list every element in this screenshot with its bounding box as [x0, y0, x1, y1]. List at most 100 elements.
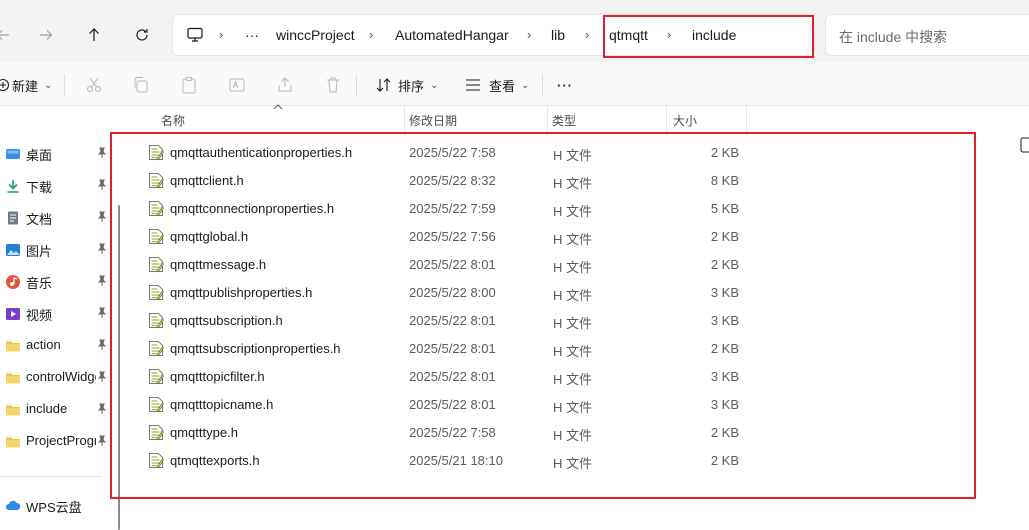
sidebar-item-label: 视频 [26, 308, 53, 323]
arrow-up-icon [89, 28, 99, 41]
column-divider[interactable] [746, 106, 747, 132]
file-name: qmqtttopicfilter.h [170, 369, 265, 384]
table-row[interactable]: qmqtttype.h 2025/5/22 7:58 H 文件 2 KB [140, 419, 940, 447]
computer-icon [187, 27, 203, 42]
sidebar-item-pictures[interactable]: 图片 [0, 237, 110, 263]
delete-icon[interactable] [323, 75, 343, 95]
table-row[interactable]: qmqttpublishproperties.h 2025/5/22 8:00 H … [140, 279, 940, 307]
folder-icon [6, 373, 20, 384]
sidebar-item-label: 下载 [26, 180, 53, 195]
address-bar[interactable]: › ··· winccProject › AutomatedHangar › l… [172, 14, 815, 56]
file-type: H 文件 [553, 344, 593, 359]
sidebar-item-label: WPS云盘 [26, 500, 82, 515]
view-button[interactable]: 查看 ⌄ [465, 74, 529, 96]
refresh-button[interactable] [129, 22, 155, 48]
column-header-date[interactable]: 修改日期 [409, 112, 457, 129]
view-icon [466, 79, 480, 91]
sidebar-item-include[interactable]: include [0, 397, 110, 423]
table-row[interactable]: qmqttsubscriptionproperties.h 2025/5/22 8… [140, 335, 940, 363]
column-header-type[interactable]: 类型 [552, 112, 576, 129]
table-row[interactable]: qmqttmessage.h 2025/5/22 8:01 H 文件 2 KB [140, 251, 940, 279]
more-button[interactable]: ··· [557, 74, 573, 96]
column-header-name[interactable]: 名称 [161, 112, 185, 129]
sidebar-scrollbar[interactable] [118, 205, 120, 530]
table-row[interactable]: qmqttglobal.h 2025/5/22 7:56 H 文件 2 KB [140, 223, 940, 251]
file-type: H 文件 [553, 316, 593, 331]
sidebar-item-label: 音乐 [26, 276, 53, 291]
divider [542, 74, 543, 96]
sidebar-item-label: ProjectProgram [26, 433, 96, 448]
breadcrumb-item[interactable]: AutomatedHangar [395, 27, 509, 43]
column-divider[interactable] [404, 106, 405, 132]
file-type: H 文件 [553, 176, 593, 191]
breadcrumb-more[interactable]: ··· [245, 27, 259, 43]
file-size: 3 KB [710, 285, 739, 300]
table-row[interactable]: qmqttclient.h 2025/5/22 8:32 H 文件 8 KB [140, 167, 940, 195]
sidebar-item-downloads[interactable]: 下载 [0, 173, 110, 199]
sidebar-item-controlwidget[interactable]: controlWidget [0, 365, 110, 391]
table-row[interactable]: qtmqttexports.h 2025/5/21 18:10 H 文件 2 KB [140, 447, 940, 475]
breadcrumb-item[interactable]: winccProject [276, 27, 355, 43]
table-row[interactable]: qmqttconnectionproperties.h 2025/5/22 7:5… [140, 195, 940, 223]
chevron-down-icon: ⌄ [521, 79, 530, 91]
up-button[interactable] [81, 22, 107, 48]
pin-icon [97, 339, 107, 350]
table-row[interactable]: qmqtttopicname.h 2025/5/22 8:01 H 文件 3 KB [140, 391, 940, 419]
file-type: H 文件 [553, 288, 593, 303]
file-type: H 文件 [553, 232, 593, 247]
breadcrumb-item-current[interactable]: include [692, 27, 736, 43]
file-name: qmqttglobal.h [170, 229, 249, 244]
forward-button[interactable] [33, 22, 59, 48]
sidebar-item-desktop[interactable]: 桌面 [0, 141, 110, 167]
column-divider[interactable] [547, 106, 548, 132]
file-size: 2 KB [710, 229, 739, 244]
file-date: 2025/5/21 18:10 [409, 453, 503, 468]
sidebar-item-projectprogram[interactable]: ProjectProgram [0, 429, 110, 455]
search-box[interactable]: 在 include 中搜索 [825, 14, 1029, 56]
file-size: 3 KB [710, 397, 739, 412]
navigation-pane: 桌面 下载 文档 图片 音乐 视频 action controlWidget i [0, 106, 112, 530]
sidebar-item-action[interactable]: action [0, 333, 110, 359]
file-size: 3 KB [710, 313, 739, 328]
share-icon[interactable] [275, 75, 295, 95]
file-name: qmqttconnectionproperties.h [170, 201, 335, 216]
refresh-icon [136, 29, 148, 41]
table-row[interactable]: qmqttsubscription.h 2025/5/22 8:01 H 文件 3 K… [140, 307, 940, 335]
new-button[interactable]: 新建 ⌄ [0, 74, 52, 96]
breadcrumb-item[interactable]: lib [551, 27, 565, 43]
pin-icon [97, 211, 107, 222]
sidebar-item-documents[interactable]: 文档 [0, 205, 110, 231]
sidebar-item-music[interactable]: 音乐 [0, 269, 110, 295]
pin-icon [97, 371, 107, 382]
details-pane-icon[interactable] [1020, 137, 1029, 153]
file-name: qmqttsubscription.h [170, 313, 283, 328]
file-type: H 文件 [553, 148, 593, 163]
picture-icon [6, 244, 20, 256]
table-row[interactable]: qmqtttopicfilter.h 2025/5/22 8:01 H 文件 3 KB [140, 363, 940, 391]
back-button[interactable] [0, 22, 16, 48]
file-size: 5 KB [710, 201, 739, 216]
copy-icon[interactable] [131, 75, 151, 95]
pin-icon [97, 179, 107, 190]
rename-icon[interactable] [227, 75, 247, 95]
paste-icon[interactable] [179, 75, 199, 95]
file-type: H 文件 [553, 372, 593, 387]
file-date: 2025/5/22 8:32 [409, 173, 496, 188]
file-name: qmqttpublishproperties.h [170, 285, 313, 300]
sort-button[interactable]: 排序 ⌄ [376, 74, 438, 96]
sidebar-item-wps-cloud[interactable]: WPS云盘 [0, 493, 110, 519]
chevron-right-icon: › [527, 27, 532, 42]
cloud-icon [6, 500, 21, 510]
file-size: 2 KB [710, 425, 739, 440]
sidebar-item-label: 文档 [26, 212, 53, 227]
breadcrumb-item[interactable]: qtmqtt [609, 27, 648, 43]
file-type: H 文件 [553, 204, 593, 219]
column-divider[interactable] [666, 106, 667, 132]
sidebar-item-videos[interactable]: 视频 [0, 301, 110, 327]
file-date: 2025/5/22 8:00 [409, 285, 496, 300]
table-row[interactable]: qmqttauthenticationproperties.h 2025/5/22… [140, 139, 940, 167]
file-name: qmqtttopicname.h [170, 397, 274, 412]
header-file-icon [149, 257, 164, 273]
column-header-size[interactable]: 大小 [673, 112, 697, 129]
cut-icon[interactable] [84, 75, 104, 95]
